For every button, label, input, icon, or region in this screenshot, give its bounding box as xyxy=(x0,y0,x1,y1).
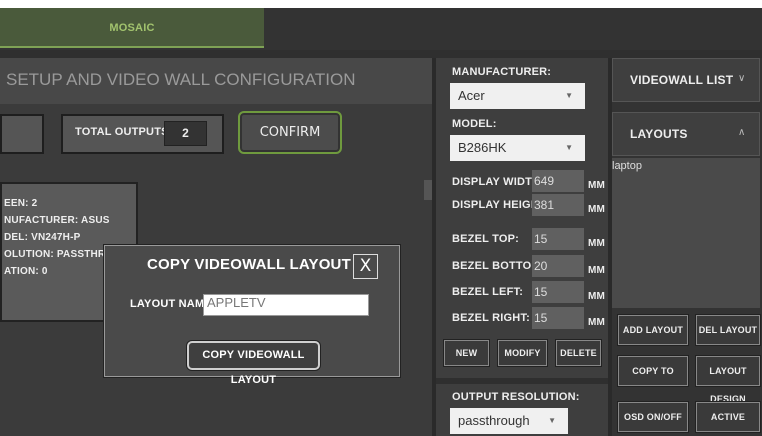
screen-line: EEN: 2 xyxy=(4,198,38,209)
section-divider xyxy=(436,378,608,384)
new-button[interactable]: NEW xyxy=(444,340,489,366)
output-resolution-value: passthrough xyxy=(458,413,530,428)
bezel-top-label: BEZEL TOP: xyxy=(452,233,519,245)
bezel-bottom-label: BEZEL BOTTOM: xyxy=(452,260,545,272)
unit-label: MM xyxy=(588,291,606,302)
display-width-input[interactable]: 649 xyxy=(532,170,584,192)
add-layout-button[interactable]: ADD LAYOUT xyxy=(618,315,688,345)
del-layout-button[interactable]: DEL LAYOUT xyxy=(696,315,760,345)
caret-down-icon: ▼ xyxy=(565,143,573,152)
total-outputs-label: TOTAL OUTPUTS = xyxy=(75,126,179,138)
bezel-right-label: BEZEL RIGHT: xyxy=(452,312,530,324)
window-top-strip xyxy=(0,0,762,8)
unit-label: MM xyxy=(588,204,606,215)
layouts-list[interactable] xyxy=(612,158,760,308)
confirm-button[interactable]: CONFIRM xyxy=(238,111,342,154)
layout-name-input[interactable]: APPLETV xyxy=(203,294,369,316)
modify-button[interactable]: MODIFY xyxy=(498,340,547,366)
list-item[interactable]: laptop xyxy=(612,160,642,172)
unit-label: MM xyxy=(588,317,606,328)
model-value: B286HK xyxy=(458,140,507,155)
scrollbar[interactable] xyxy=(424,180,432,200)
output-resolution-label: OUTPUT RESOLUTION: xyxy=(452,391,580,403)
caret-down-icon: ▼ xyxy=(565,91,573,100)
rotation-line: ATION: 0 xyxy=(4,266,48,277)
unit-label: MM xyxy=(588,238,606,249)
nav-separator xyxy=(0,50,762,58)
chevron-down-icon: ∨ xyxy=(738,73,746,84)
display-height-input[interactable]: 381 xyxy=(532,194,584,216)
bezel-right-input[interactable]: 15 xyxy=(532,307,584,329)
bezel-top-input[interactable]: 15 xyxy=(532,228,584,250)
chevron-up-icon: ∧ xyxy=(738,127,746,138)
manufacturer-value: Acer xyxy=(458,88,485,103)
bezel-bottom-input[interactable]: 20 xyxy=(532,255,584,277)
output-resolution-select[interactable]: passthrough ▼ xyxy=(450,408,568,434)
caret-down-icon: ▼ xyxy=(548,416,556,425)
total-outputs-value[interactable]: 2 xyxy=(164,121,207,146)
manufacturer-select[interactable]: Acer ▼ xyxy=(450,83,585,109)
model-select[interactable]: B286HK ▼ xyxy=(450,135,585,161)
copy-to-button[interactable]: COPY TO xyxy=(618,356,688,386)
delete-button[interactable]: DELETE xyxy=(556,340,601,366)
model-label: MODEL: xyxy=(452,118,497,130)
layouts-label: LAYOUTS xyxy=(630,127,688,141)
unit-label: MM xyxy=(588,180,606,191)
outputs-count-box[interactable] xyxy=(0,114,44,154)
manufacturer-line: NUFACTURER: ASUS xyxy=(4,215,110,226)
modal-title: COPY VIDEOWALL LAYOUT xyxy=(147,256,351,273)
osd-toggle-button[interactable]: OSD ON/OFF xyxy=(618,402,688,432)
layout-design-button[interactable]: LAYOUT DESIGN xyxy=(696,356,760,404)
tab-mosaic-label[interactable]: MOSAIC xyxy=(0,8,264,48)
unit-label: MM xyxy=(588,265,606,276)
close-button[interactable]: X xyxy=(353,254,378,279)
videowall-list-label: VIDEOWALL LIST xyxy=(630,73,734,87)
display-width-label: DISPLAY WIDTH: xyxy=(452,176,545,188)
manufacturer-label: MANUFACTURER: xyxy=(452,66,552,78)
bezel-left-input[interactable]: 15 xyxy=(532,281,584,303)
active-button[interactable]: ACTIVE xyxy=(696,402,760,432)
page-title: SETUP AND VIDEO WALL CONFIGURATION xyxy=(6,70,356,89)
model-line: DEL: VN247H-P xyxy=(4,232,81,243)
copy-videowall-layout-button[interactable]: COPY VIDEOWALL LAYOUT xyxy=(187,341,320,386)
bezel-left-label: BEZEL LEFT: xyxy=(452,286,524,298)
